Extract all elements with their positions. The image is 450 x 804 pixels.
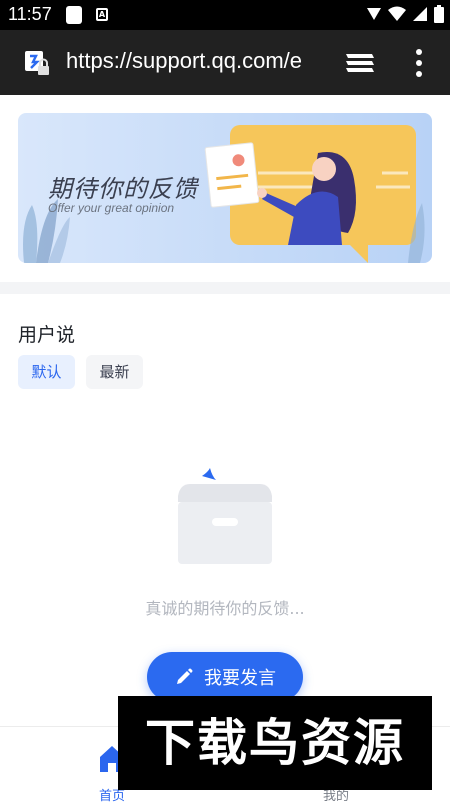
empty-box-icon bbox=[178, 468, 272, 564]
signal-wedge-icon bbox=[367, 8, 381, 20]
banner-title: 期待你的反馈 bbox=[48, 175, 198, 203]
section-divider bbox=[0, 282, 450, 294]
notification-a-icon: A bbox=[96, 8, 108, 21]
status-indicators bbox=[366, 5, 444, 23]
status-bar: 11:57 A bbox=[0, 0, 450, 30]
banner-subtitle: Offer your great opinion bbox=[48, 201, 175, 215]
browser-toolbar: https://support.qq.com/e bbox=[0, 30, 450, 95]
feedback-banner[interactable]: 期待你的反馈 Offer your great opinion bbox=[18, 113, 432, 263]
post-feedback-label: 我要发言 bbox=[204, 668, 276, 689]
empty-state-message: 真诚的期待你的反馈... bbox=[145, 599, 305, 618]
watermark-overlay: 下载鸟资源 bbox=[118, 696, 432, 790]
filter-latest-chip[interactable]: 最新 bbox=[86, 355, 143, 389]
tabs-icon[interactable] bbox=[344, 50, 376, 76]
url-field[interactable]: https://support.qq.com/e bbox=[66, 48, 318, 74]
wifi-icon bbox=[388, 6, 406, 21]
overflow-menu-icon[interactable] bbox=[414, 48, 424, 78]
battery-icon bbox=[434, 5, 444, 23]
post-feedback-button[interactable]: 我要发言 bbox=[147, 652, 303, 702]
pencil-icon bbox=[177, 668, 193, 684]
notification-square-icon bbox=[66, 6, 82, 24]
section-title: 用户说 bbox=[18, 324, 76, 346]
status-time: 11:57 bbox=[8, 4, 52, 24]
cell-signal-icon bbox=[413, 7, 427, 21]
site-security-icon[interactable] bbox=[24, 50, 52, 78]
filter-default-chip[interactable]: 默认 bbox=[18, 355, 75, 389]
